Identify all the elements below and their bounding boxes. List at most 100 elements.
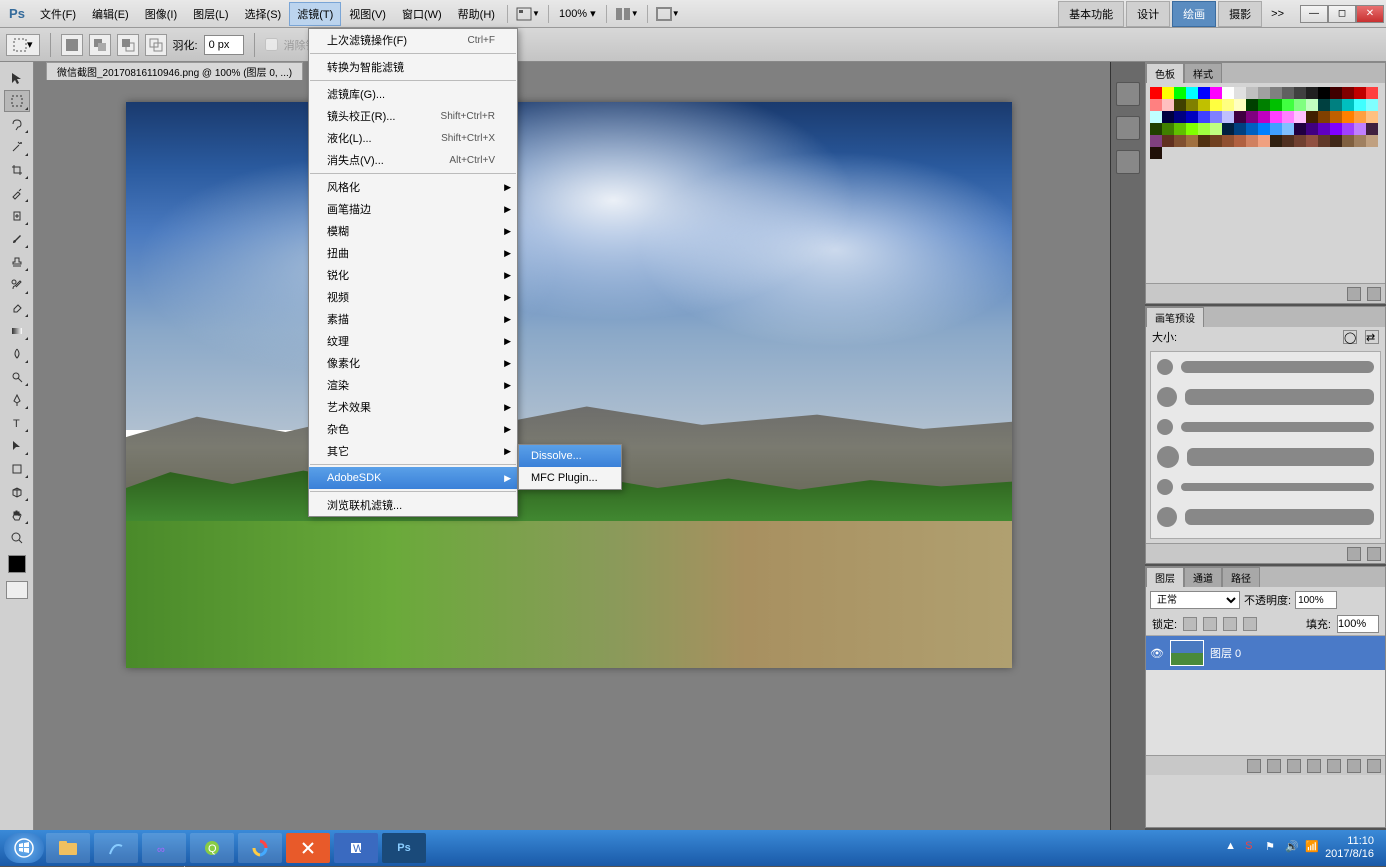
swatch[interactable]: [1222, 123, 1234, 135]
swatch[interactable]: [1162, 123, 1174, 135]
swatch[interactable]: [1270, 111, 1282, 123]
healing-tool[interactable]: [4, 205, 30, 227]
menu-item[interactable]: 消失点(V)...Alt+Ctrl+V: [309, 149, 517, 171]
menu-item[interactable]: 扭曲▶: [309, 242, 517, 264]
dock-icon-3[interactable]: [1116, 150, 1140, 174]
brush-tool[interactable]: [4, 228, 30, 250]
task-app-3[interactable]: Q: [190, 833, 234, 863]
menu-item[interactable]: 杂色▶: [309, 418, 517, 440]
swatch[interactable]: [1294, 87, 1306, 99]
swatch[interactable]: [1330, 123, 1342, 135]
task-app-6[interactable]: W: [334, 833, 378, 863]
swatch[interactable]: [1306, 123, 1318, 135]
crop-tool[interactable]: [4, 159, 30, 181]
arrange-docs-icon[interactable]: ▼: [613, 3, 641, 25]
eraser-tool[interactable]: [4, 297, 30, 319]
workspace-painting[interactable]: 绘画: [1172, 1, 1216, 27]
foreground-color[interactable]: [8, 555, 26, 573]
clock[interactable]: 11:10 2017/8/16: [1325, 835, 1374, 861]
blur-tool[interactable]: [4, 343, 30, 365]
swatch[interactable]: [1174, 111, 1186, 123]
swatch[interactable]: [1306, 87, 1318, 99]
tab-layers[interactable]: 图层: [1146, 567, 1184, 587]
menu-item[interactable]: 锐化▶: [309, 264, 517, 286]
menu-item[interactable]: 转换为智能滤镜: [309, 56, 517, 78]
swatch[interactable]: [1258, 123, 1270, 135]
dock-icon-1[interactable]: [1116, 82, 1140, 106]
menu-item[interactable]: 滤镜库(G)...: [309, 83, 517, 105]
menu-item[interactable]: 画笔描边▶: [309, 198, 517, 220]
gradient-tool[interactable]: [4, 320, 30, 342]
close-button[interactable]: ✕: [1356, 5, 1384, 23]
menu-edit[interactable]: 编辑(E): [84, 2, 137, 26]
type-tool[interactable]: T: [4, 412, 30, 434]
hand-tool[interactable]: [4, 504, 30, 526]
swatch[interactable]: [1246, 135, 1258, 147]
swatch[interactable]: [1330, 111, 1342, 123]
menu-image[interactable]: 图像(I): [137, 2, 185, 26]
task-app-2[interactable]: ∞: [142, 833, 186, 863]
swatch[interactable]: [1150, 87, 1162, 99]
swatch[interactable]: [1162, 99, 1174, 111]
brush-preset-1[interactable]: [1151, 352, 1380, 382]
swatch[interactable]: [1282, 123, 1294, 135]
swatch[interactable]: [1234, 111, 1246, 123]
lock-position-icon[interactable]: [1223, 617, 1237, 631]
swatch[interactable]: [1270, 135, 1282, 147]
brush-preset-4[interactable]: [1151, 442, 1380, 472]
3d-tool[interactable]: [4, 481, 30, 503]
lasso-tool[interactable]: [4, 113, 30, 135]
menu-select[interactable]: 选择(S): [237, 2, 290, 26]
fill-input[interactable]: [1337, 615, 1379, 633]
swatch[interactable]: [1294, 123, 1306, 135]
task-app-5[interactable]: [286, 833, 330, 863]
tab-paths[interactable]: 路径: [1222, 567, 1260, 587]
brush-preset-3[interactable]: [1151, 412, 1380, 442]
swatch[interactable]: [1174, 99, 1186, 111]
swatch[interactable]: [1366, 135, 1378, 147]
swatch[interactable]: [1342, 99, 1354, 111]
menu-layer[interactable]: 图层(L): [185, 2, 236, 26]
brush-preset-6[interactable]: [1151, 502, 1380, 532]
swatch[interactable]: [1270, 99, 1282, 111]
group-icon[interactable]: [1327, 759, 1341, 773]
swatch[interactable]: [1354, 111, 1366, 123]
swatch[interactable]: [1210, 111, 1222, 123]
swatch[interactable]: [1318, 87, 1330, 99]
menu-window[interactable]: 窗口(W): [394, 2, 450, 26]
minimize-button[interactable]: —: [1300, 5, 1328, 23]
new-brush-icon[interactable]: [1347, 547, 1361, 561]
launch-bridge-icon[interactable]: ▼: [514, 3, 542, 25]
swatch[interactable]: [1306, 99, 1318, 111]
menu-item[interactable]: 浏览联机滤镜...: [309, 494, 517, 516]
swatch[interactable]: [1150, 147, 1162, 159]
tab-channels[interactable]: 通道: [1184, 567, 1222, 587]
selection-mode-subtract[interactable]: [117, 34, 139, 56]
swatch[interactable]: [1246, 123, 1258, 135]
brush-flip-icon[interactable]: ⇄: [1365, 330, 1379, 344]
swatch[interactable]: [1174, 135, 1186, 147]
menu-item[interactable]: 艺术效果▶: [309, 396, 517, 418]
swatch[interactable]: [1318, 111, 1330, 123]
menu-item[interactable]: 镜头校正(R)...Shift+Ctrl+R: [309, 105, 517, 127]
swatch[interactable]: [1150, 135, 1162, 147]
menu-item[interactable]: 视频▶: [309, 286, 517, 308]
layer-fx-icon[interactable]: [1267, 759, 1281, 773]
lock-transparency-icon[interactable]: [1183, 617, 1197, 631]
swatch[interactable]: [1222, 135, 1234, 147]
delete-layer-icon[interactable]: [1367, 759, 1381, 773]
tab-brush-presets[interactable]: 画笔预设: [1146, 307, 1204, 327]
swatch[interactable]: [1186, 135, 1198, 147]
swatch[interactable]: [1210, 87, 1222, 99]
canvas[interactable]: [126, 102, 1012, 668]
swatch[interactable]: [1222, 87, 1234, 99]
start-button[interactable]: [4, 833, 44, 863]
swatch[interactable]: [1270, 123, 1282, 135]
swatch[interactable]: [1330, 99, 1342, 111]
layer-name[interactable]: 图层 0: [1210, 645, 1241, 661]
document-tab[interactable]: 微信截图_20170816110946.png @ 100% (图层 0, ..…: [46, 62, 303, 80]
swatch[interactable]: [1342, 87, 1354, 99]
swatch[interactable]: [1282, 135, 1294, 147]
layer-mask-icon[interactable]: [1287, 759, 1301, 773]
menu-filter[interactable]: 滤镜(T): [289, 2, 341, 26]
